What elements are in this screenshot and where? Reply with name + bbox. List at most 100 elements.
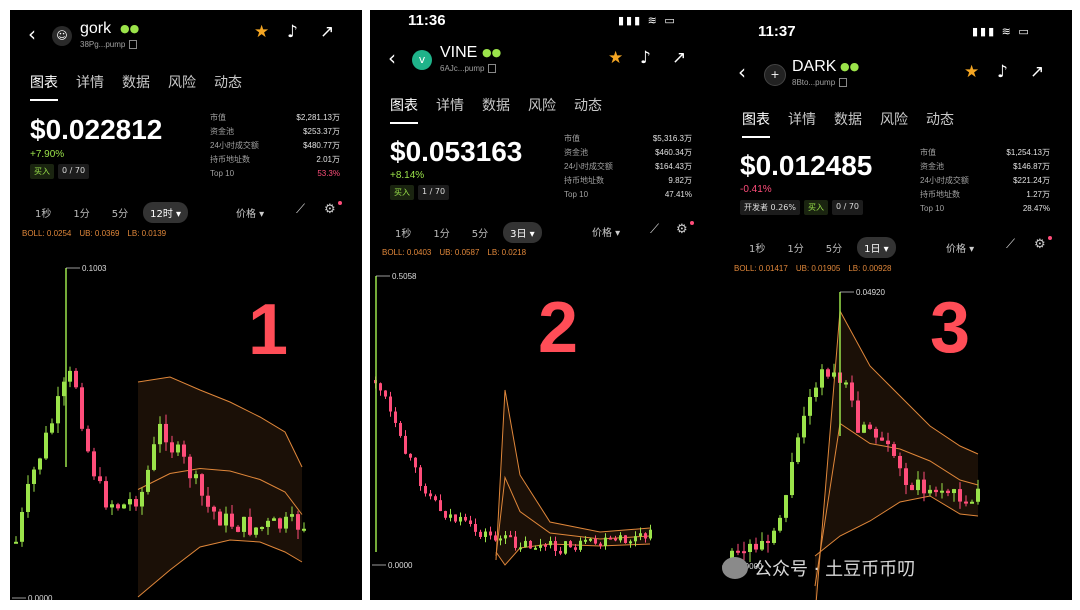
copy-icon[interactable]	[129, 40, 138, 50]
candle	[940, 490, 944, 493]
interval-1m[interactable]: 1分	[780, 237, 810, 258]
tab-chart[interactable]: 图表	[30, 72, 58, 101]
indicator-icon[interactable]: ⟋	[296, 202, 305, 217]
tab-data[interactable]: 数据	[834, 109, 862, 129]
stat-row: 24小时成交额 $221.24万	[920, 174, 1050, 188]
copy-icon[interactable]	[488, 64, 497, 74]
interval-bar: 1秒 1分 5分 1日 ▾	[742, 237, 896, 258]
indicator-icon[interactable]: ⟋	[650, 222, 659, 237]
interval-1s[interactable]: 1秒	[388, 222, 418, 243]
interval-selected[interactable]: 12时 ▾	[143, 202, 189, 223]
panel-number: 2	[538, 288, 578, 368]
interval-5m[interactable]: 5分	[819, 237, 849, 258]
candle	[484, 531, 487, 537]
candle	[188, 456, 192, 479]
candlestick-chart[interactable]: 0.049200.00003	[720, 276, 1072, 600]
tab-details[interactable]: 详情	[76, 72, 104, 92]
notification-dot	[690, 221, 694, 225]
interval-1m[interactable]: 1分	[66, 202, 96, 223]
candle	[278, 518, 282, 529]
candle	[80, 387, 84, 429]
candle	[868, 424, 872, 429]
tab-chart[interactable]: 图表	[390, 95, 418, 124]
low-price-label: 0.0000	[388, 561, 413, 570]
tab-details[interactable]: 详情	[788, 109, 816, 129]
star-icon[interactable]: ★	[254, 22, 269, 42]
share-icon[interactable]: ↗	[672, 48, 686, 68]
candle	[778, 517, 782, 531]
holders-badge: 0 / 70	[831, 200, 864, 215]
tab-details[interactable]: 详情	[436, 95, 464, 115]
token-address[interactable]: 38Pg...pump	[80, 40, 138, 50]
interval-selected[interactable]: 3日 ▾	[503, 222, 542, 243]
tab-data[interactable]: 数据	[482, 95, 510, 115]
tab-activity[interactable]: 动态	[214, 72, 242, 92]
interval-5m[interactable]: 5分	[105, 202, 135, 223]
community-icon: ●●	[840, 60, 860, 73]
candle	[98, 476, 102, 482]
tab-data[interactable]: 数据	[122, 72, 150, 92]
bell-plus-icon[interactable]: ♪	[287, 22, 298, 42]
share-icon[interactable]: ↗	[320, 22, 334, 42]
candle	[639, 533, 642, 537]
settings-icon[interactable]: ⚙	[1034, 237, 1046, 252]
interval-selected[interactable]: 1日 ▾	[857, 237, 896, 258]
token-address[interactable]: 8Bto...pump	[792, 78, 848, 88]
dark-logo-icon: +	[764, 64, 786, 86]
candle	[832, 372, 836, 377]
candle	[850, 382, 854, 401]
token-address[interactable]: 6AJc...pump	[440, 64, 497, 74]
settings-icon[interactable]: ⚙	[324, 202, 336, 217]
tab-risk[interactable]: 风险	[528, 95, 556, 115]
star-icon[interactable]: ★	[964, 62, 979, 82]
stat-label: 24小时成交额	[564, 162, 613, 171]
candle	[579, 540, 582, 550]
back-icon[interactable]: ‹	[738, 60, 746, 84]
candle	[176, 444, 180, 453]
boll-lb: LB: 0.0139	[127, 229, 167, 238]
share-icon[interactable]: ↗	[1030, 62, 1044, 82]
stat-value: 47.41%	[664, 190, 692, 199]
stat-row: 24小时成交额 $480.77万	[210, 139, 340, 153]
candle	[194, 474, 198, 479]
candle	[619, 535, 622, 541]
interval-1m[interactable]: 1分	[426, 222, 456, 243]
candle	[564, 541, 567, 554]
status-icons: ▮▮▮ ≋ ▭	[618, 14, 677, 27]
developer-badge: 开发者 0.26%	[740, 200, 800, 215]
candle	[874, 428, 878, 438]
tab-risk[interactable]: 风险	[168, 72, 196, 92]
interval-1s[interactable]: 1秒	[28, 202, 58, 223]
candle	[742, 551, 746, 554]
bell-plus-icon[interactable]: ♪	[640, 48, 651, 68]
back-icon[interactable]: ‹	[388, 46, 396, 70]
bell-plus-icon[interactable]: ♪	[997, 62, 1008, 82]
candle	[424, 486, 427, 494]
tab-activity[interactable]: 动态	[926, 109, 954, 129]
price-menu[interactable]: 价格 ▾	[946, 240, 974, 255]
candle	[928, 489, 932, 494]
candle	[200, 474, 204, 496]
price-menu[interactable]: 价格 ▾	[592, 224, 620, 239]
star-icon[interactable]: ★	[608, 48, 623, 68]
buy-badge[interactable]: 买入	[803, 200, 828, 215]
copy-icon[interactable]	[839, 78, 848, 88]
candle	[479, 531, 482, 537]
interval-1s[interactable]: 1秒	[742, 237, 772, 258]
candle	[429, 493, 432, 497]
candle	[32, 469, 36, 484]
candlestick-chart[interactable]: 0.1003 0.0000 1	[10, 242, 362, 600]
buy-badge[interactable]: 买入	[30, 164, 54, 179]
buy-badge[interactable]: 买入	[390, 185, 414, 200]
indicator-icon[interactable]: ⟋	[1006, 237, 1015, 252]
price-menu[interactable]: 价格 ▾	[236, 205, 264, 220]
tab-activity[interactable]: 动态	[574, 95, 602, 115]
tab-risk[interactable]: 风险	[880, 109, 908, 129]
candlestick-chart[interactable]: 0.5058 0.0000 2	[370, 260, 722, 600]
tab-chart[interactable]: 图表	[742, 109, 770, 138]
back-icon[interactable]: ‹	[28, 22, 36, 46]
settings-icon[interactable]: ⚙	[676, 222, 688, 237]
candle	[524, 540, 527, 548]
stat-label: 24小时成交额	[210, 141, 259, 150]
interval-5m[interactable]: 5分	[465, 222, 495, 243]
